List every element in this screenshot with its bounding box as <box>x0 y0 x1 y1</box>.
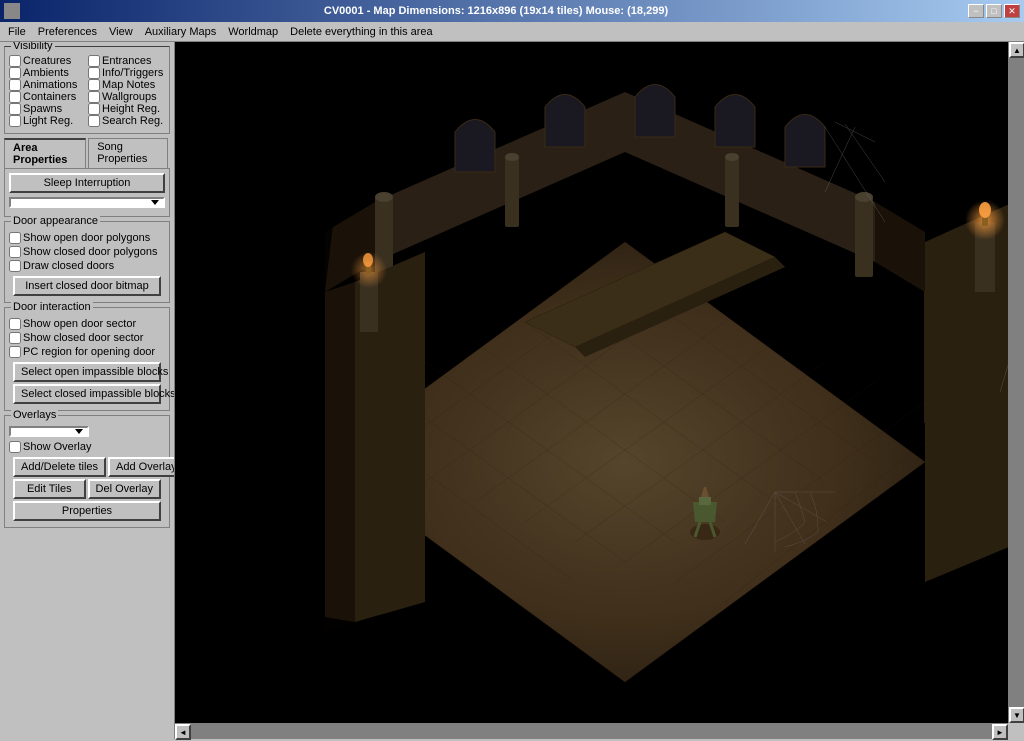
title-bar: CV0001 - Map Dimensions: 1216x896 (19x14… <box>0 0 1024 22</box>
tab-song-properties[interactable]: Song Properties <box>88 138 168 168</box>
door-interaction-group: Door interaction Show open door sector S… <box>4 307 170 411</box>
cb-show-closed-poly-input[interactable] <box>9 246 21 258</box>
tab-area-properties[interactable]: Area Properties <box>4 138 86 168</box>
door-appearance-group: Door appearance Show open door polygons … <box>4 221 170 303</box>
cb-show-closed-poly[interactable]: Show closed door polygons <box>9 246 165 258</box>
visibility-col2: Entrances Info/Triggers Map Notes Wallgr… <box>88 55 165 127</box>
cb-containers-input[interactable] <box>9 91 21 103</box>
add-overlay-button[interactable]: Add Overlay <box>108 457 175 477</box>
scroll-left-button[interactable]: ◄ <box>175 724 191 740</box>
visibility-label: Visibility <box>11 42 55 52</box>
tab-content: Sleep Interruption <box>4 168 170 217</box>
left-panel: Visibility Creatures Ambients Animations <box>0 42 175 739</box>
title-text: CV0001 - Map Dimensions: 1216x896 (19x14… <box>324 5 668 17</box>
cb-creatures-input[interactable] <box>9 55 21 67</box>
scrollbar-corner <box>1008 723 1024 739</box>
del-overlay-button[interactable]: Del Overlay <box>88 479 161 499</box>
cb-light-reg[interactable]: Light Reg. <box>9 115 86 127</box>
door-interaction-label: Door interaction <box>11 301 93 313</box>
menu-preferences[interactable]: Preferences <box>32 24 103 40</box>
cb-info-triggers-input[interactable] <box>88 67 100 79</box>
main-layout: Visibility Creatures Ambients Animations <box>0 42 1024 739</box>
scrollbar-horizontal[interactable]: ◄ ► <box>175 723 1008 739</box>
close-button[interactable]: ✕ <box>1004 4 1020 18</box>
sleep-interruption-button[interactable]: Sleep Interruption <box>9 173 165 193</box>
menu-delete-everything[interactable]: Delete everything in this area <box>284 24 438 40</box>
cb-show-overlay[interactable]: Show Overlay <box>9 441 165 453</box>
insert-closed-door-button[interactable]: Insert closed door bitmap <box>13 276 161 296</box>
cb-height-reg[interactable]: Height Reg. <box>88 103 165 115</box>
scroll-up-button[interactable]: ▲ <box>1009 42 1024 58</box>
cb-map-notes-input[interactable] <box>88 79 100 91</box>
cb-ambients[interactable]: Ambients <box>9 67 86 79</box>
cb-wallgroups[interactable]: Wallgroups <box>88 91 165 103</box>
cb-creatures[interactable]: Creatures <box>9 55 86 67</box>
menu-file[interactable]: File <box>2 24 32 40</box>
cb-search-reg-input[interactable] <box>88 115 100 127</box>
map-svg <box>175 42 1008 723</box>
visibility-col1: Creatures Ambients Animations Containers <box>9 55 86 127</box>
overlay-dropdown[interactable] <box>9 426 89 437</box>
menu-bar: File Preferences View Auxiliary Maps Wor… <box>0 22 1024 42</box>
select-open-impassible-button[interactable]: Select open impassible blocks <box>13 362 161 382</box>
tab-bar: Area Properties Song Properties <box>4 138 170 168</box>
overlays-group: Overlays Show Overlay Add/Delete tiles A… <box>4 415 170 528</box>
cb-show-open-sector-input[interactable] <box>9 318 21 330</box>
door-appearance-label: Door appearance <box>11 215 100 227</box>
map-container: ▲ ▼ ◄ ► <box>175 42 1024 739</box>
add-delete-tiles-button[interactable]: Add/Delete tiles <box>13 457 106 477</box>
cb-show-overlay-input[interactable] <box>9 441 21 453</box>
cb-light-reg-input[interactable] <box>9 115 21 127</box>
cb-animations-input[interactable] <box>9 79 21 91</box>
cb-show-open-sector[interactable]: Show open door sector <box>9 318 165 330</box>
overlay-btn-row2: Edit Tiles Del Overlay <box>13 479 161 499</box>
scroll-horizontal-track[interactable] <box>191 724 992 739</box>
visibility-checkboxes: Creatures Ambients Animations Containers <box>9 55 165 127</box>
maximize-button[interactable]: □ <box>986 4 1002 18</box>
minimize-button[interactable]: − <box>968 4 984 18</box>
song-dropdown[interactable] <box>9 197 165 208</box>
visibility-group: Visibility Creatures Ambients Animations <box>4 46 170 134</box>
cb-entrances-input[interactable] <box>88 55 100 67</box>
cb-map-notes[interactable]: Map Notes <box>88 79 165 91</box>
map-canvas[interactable] <box>175 42 1008 723</box>
scroll-vertical-track[interactable] <box>1009 58 1024 707</box>
cb-draw-closed-input[interactable] <box>9 260 21 272</box>
cb-pc-region[interactable]: PC region for opening door <box>9 346 165 358</box>
overlay-btn-row1: Add/Delete tiles Add Overlay <box>13 457 161 477</box>
cb-show-closed-sector-input[interactable] <box>9 332 21 344</box>
cb-show-open-poly[interactable]: Show open door polygons <box>9 232 165 244</box>
cb-show-closed-sector[interactable]: Show closed door sector <box>9 332 165 344</box>
menu-view[interactable]: View <box>103 24 139 40</box>
menu-auxiliary-maps[interactable]: Auxiliary Maps <box>139 24 223 40</box>
properties-button[interactable]: Properties <box>13 501 161 521</box>
title-icon <box>4 3 20 19</box>
cb-info-triggers[interactable]: Info/Triggers <box>88 67 165 79</box>
cb-animations[interactable]: Animations <box>9 79 86 91</box>
song-dropdown-arrow-icon <box>151 200 159 205</box>
menu-worldmap[interactable]: Worldmap <box>222 24 284 40</box>
cb-spawns-input[interactable] <box>9 103 21 115</box>
scrollbar-vertical[interactable]: ▲ ▼ <box>1008 42 1024 723</box>
cb-height-reg-input[interactable] <box>88 103 100 115</box>
cb-spawns[interactable]: Spawns <box>9 103 86 115</box>
overlays-label: Overlays <box>11 409 58 421</box>
edit-tiles-button[interactable]: Edit Tiles <box>13 479 86 499</box>
cb-wallgroups-input[interactable] <box>88 91 100 103</box>
cb-draw-closed[interactable]: Draw closed doors <box>9 260 165 272</box>
cb-containers[interactable]: Containers <box>9 91 86 103</box>
select-closed-impassible-button[interactable]: Select closed impassible blocks <box>13 384 161 404</box>
cb-entrances[interactable]: Entrances <box>88 55 165 67</box>
cb-search-reg[interactable]: Search Reg. <box>88 115 165 127</box>
overlay-dropdown-arrow-icon <box>75 429 83 434</box>
scroll-down-button[interactable]: ▼ <box>1009 707 1024 723</box>
cb-ambients-input[interactable] <box>9 67 21 79</box>
scroll-right-button[interactable]: ► <box>992 724 1008 740</box>
title-buttons: − □ ✕ <box>968 4 1020 18</box>
cb-show-open-poly-input[interactable] <box>9 232 21 244</box>
cb-pc-region-input[interactable] <box>9 346 21 358</box>
